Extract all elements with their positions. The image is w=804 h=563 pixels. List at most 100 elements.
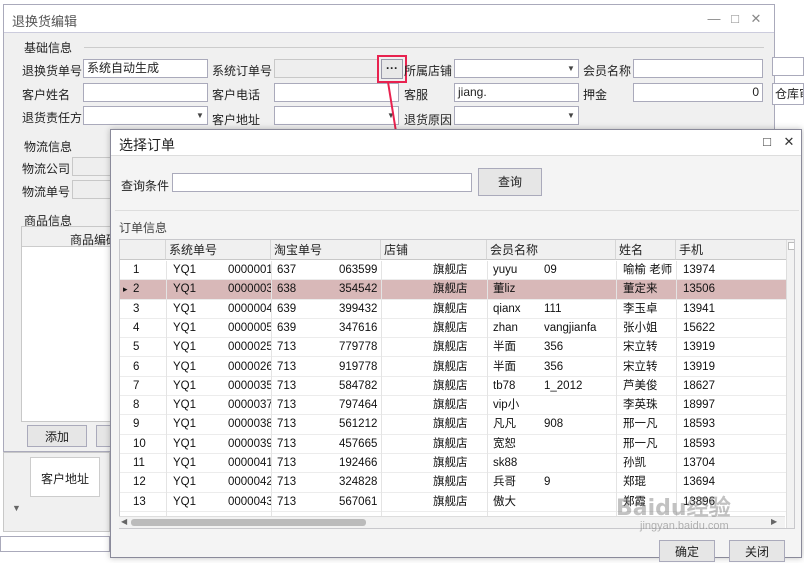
- shop-cell: 旗舰店: [433, 457, 468, 469]
- taobao-no-cell: 639: [277, 321, 297, 334]
- logistics-no-field[interactable]: [72, 180, 112, 199]
- member-suffix-cell: 356: [544, 360, 564, 373]
- column-header-name[interactable]: 姓名: [616, 240, 676, 260]
- name-cell: 邢一凡: [623, 418, 658, 431]
- dialog-title: 选择订单: [119, 137, 175, 153]
- table-row[interactable]: 9 YQ1 0000038 713 561212 旗舰店 凡凡 908 邢一凡 18593: [120, 415, 787, 435]
- grid-line: [166, 261, 167, 523]
- warehouse-tab[interactable]: 仓库审: [772, 83, 804, 105]
- table-row[interactable]: 6 YQ1 0000026 713 919778 旗舰店 半面 356 宋立转 13919: [120, 358, 787, 377]
- member-cell: yuyu: [493, 264, 518, 276]
- phone-cell: 13919: [683, 341, 715, 354]
- system-order-label: 系统订单号: [212, 64, 273, 78]
- table-row[interactable]: ▸ 2 YQ1 0000003 638 354542 旗舰店 董liz 董定来 13506: [120, 280, 787, 300]
- taobao-no-suffix-cell: 399432: [339, 302, 378, 315]
- row-number-cell: 7: [133, 379, 140, 392]
- member-cell: qianx: [493, 302, 521, 315]
- collapse-icon[interactable]: ▼: [12, 503, 21, 513]
- shop-cell: 旗舰店: [433, 302, 468, 315]
- responsible-party-select[interactable]: ▼: [83, 106, 208, 125]
- shop-select[interactable]: ▼: [454, 59, 579, 78]
- return-no-label: 退换货单号: [22, 64, 83, 78]
- close-button[interactable]: 关闭: [729, 540, 785, 562]
- system-no-cell: YQ1: [173, 476, 197, 489]
- select-order-button[interactable]: ···: [381, 59, 403, 79]
- bottom-field[interactable]: [0, 536, 110, 552]
- phone-cell: 18593: [683, 437, 715, 450]
- system-no-cell: YQ1: [173, 321, 197, 334]
- right-field[interactable]: [772, 57, 804, 76]
- row-number-cell: 8: [133, 399, 140, 412]
- table-row[interactable]: 10 YQ1 0000039 713 457665 旗舰店 宽恕 邢一凡 18593: [120, 435, 787, 454]
- scroll-thumb[interactable]: [131, 519, 366, 526]
- table-row[interactable]: 4 YQ1 0000005 639 347616 旗舰店 zhan vangjianfa 张小姐…: [120, 319, 787, 339]
- member-cell: 宽恕: [493, 437, 516, 450]
- column-header-member[interactable]: 会员名称: [487, 240, 616, 260]
- table-row[interactable]: 1 YQ1 0000001 637 063599 旗舰店 yuyu 09 喻榆 老师 13974: [120, 261, 787, 281]
- logistics-company-field[interactable]: [72, 157, 112, 176]
- grid-line: [616, 261, 617, 523]
- name-cell: 张小姐: [623, 321, 658, 334]
- return-no-field[interactable]: 系统自动生成: [83, 59, 208, 78]
- system-no-cell: YQ1: [173, 437, 197, 450]
- scroll-thumb[interactable]: [788, 242, 794, 250]
- table-row[interactable]: 5 YQ1 0000025 713 779778 旗舰店 半面 356 宋立转 13919: [120, 338, 787, 358]
- system-no-cell: YQ1: [173, 360, 197, 373]
- system-order-field[interactable]: [274, 59, 379, 78]
- minimize-icon[interactable]: —: [706, 11, 722, 27]
- close-icon[interactable]: ✕: [748, 11, 764, 27]
- maximize-icon[interactable]: □: [759, 134, 775, 150]
- bottom-panel: 客户地址 ▼: [3, 452, 110, 532]
- member-cell: 半面: [493, 360, 516, 373]
- shop-cell: 旗舰店: [433, 379, 468, 392]
- system-no-suffix-cell: 0000035: [228, 379, 271, 392]
- query-input[interactable]: [172, 173, 472, 192]
- scroll-right-icon[interactable]: ▶: [771, 517, 777, 526]
- name-cell: 李英珠: [623, 399, 658, 412]
- add-button[interactable]: 添加: [27, 425, 87, 447]
- column-header-shop[interactable]: 店铺: [381, 240, 487, 260]
- vertical-scrollbar[interactable]: [786, 240, 794, 528]
- taobao-no-cell: 713: [277, 341, 297, 354]
- scroll-left-icon[interactable]: ◀: [121, 517, 127, 526]
- return-reason-select[interactable]: ▼: [454, 106, 579, 125]
- taobao-no-suffix-cell: 919778: [339, 360, 378, 373]
- grid-line: [271, 261, 272, 523]
- service-field[interactable]: jiang.: [454, 83, 579, 102]
- table-row[interactable]: 7 YQ1 0000035 713 584782 旗舰店 tb78 1_2012 芦美俊 1862…: [120, 377, 787, 397]
- shop-cell: 旗舰店: [433, 476, 468, 489]
- table-row[interactable]: 8 YQ1 0000037 713 797464 旗舰店 vip小 李英珠 18997: [120, 396, 787, 416]
- member-cell: 兵哥: [493, 476, 516, 489]
- table-row[interactable]: 3 YQ1 0000004 639 399432 旗舰店 qianx 111 李玉卓 13941: [120, 300, 787, 319]
- tab-customer-address[interactable]: 客户地址: [30, 457, 100, 497]
- taobao-no-suffix-cell: 584782: [339, 379, 378, 392]
- return-reason-label: 退货原因: [404, 113, 453, 127]
- system-no-suffix-cell: 0000042: [228, 476, 271, 489]
- taobao-no-suffix-cell: 797464: [339, 399, 378, 412]
- taobao-no-suffix-cell: 347616: [339, 321, 378, 334]
- close-icon[interactable]: ✕: [781, 134, 797, 150]
- query-button[interactable]: 查询: [478, 168, 542, 196]
- phone-cell: 18593: [683, 418, 715, 431]
- maximize-icon[interactable]: □: [727, 11, 743, 27]
- shop-label: 所属店铺: [404, 64, 453, 78]
- member-name-field[interactable]: [633, 59, 763, 78]
- divider: [115, 210, 799, 211]
- column-header-system-no[interactable]: 系统单号: [166, 240, 271, 260]
- table-row[interactable]: 11 YQ1 0000041 713 192466 旗舰店 sk88 孙凯 13704: [120, 454, 787, 474]
- confirm-button[interactable]: 确定: [659, 540, 715, 562]
- system-no-suffix-cell: 0000043: [228, 495, 271, 508]
- system-no-suffix-cell: 0000003: [228, 283, 271, 296]
- column-header-phone[interactable]: 手机: [676, 240, 787, 260]
- name-cell: 邢一凡: [623, 437, 658, 450]
- member-suffix-cell: [541, 454, 616, 473]
- shop-cell: 旗舰店: [433, 360, 468, 373]
- customer-name-field[interactable]: [83, 83, 208, 102]
- system-no-suffix-cell: 0000041: [228, 457, 271, 469]
- column-header-taobao-no[interactable]: 淘宝单号: [271, 240, 381, 260]
- customer-address-label: 客户地址: [212, 113, 261, 127]
- deposit-field[interactable]: 0: [633, 83, 763, 102]
- section-order-info: 订单信息: [119, 221, 168, 235]
- phone-cell: 13941: [683, 302, 715, 315]
- row-selected-icon: ▸: [123, 284, 128, 295]
